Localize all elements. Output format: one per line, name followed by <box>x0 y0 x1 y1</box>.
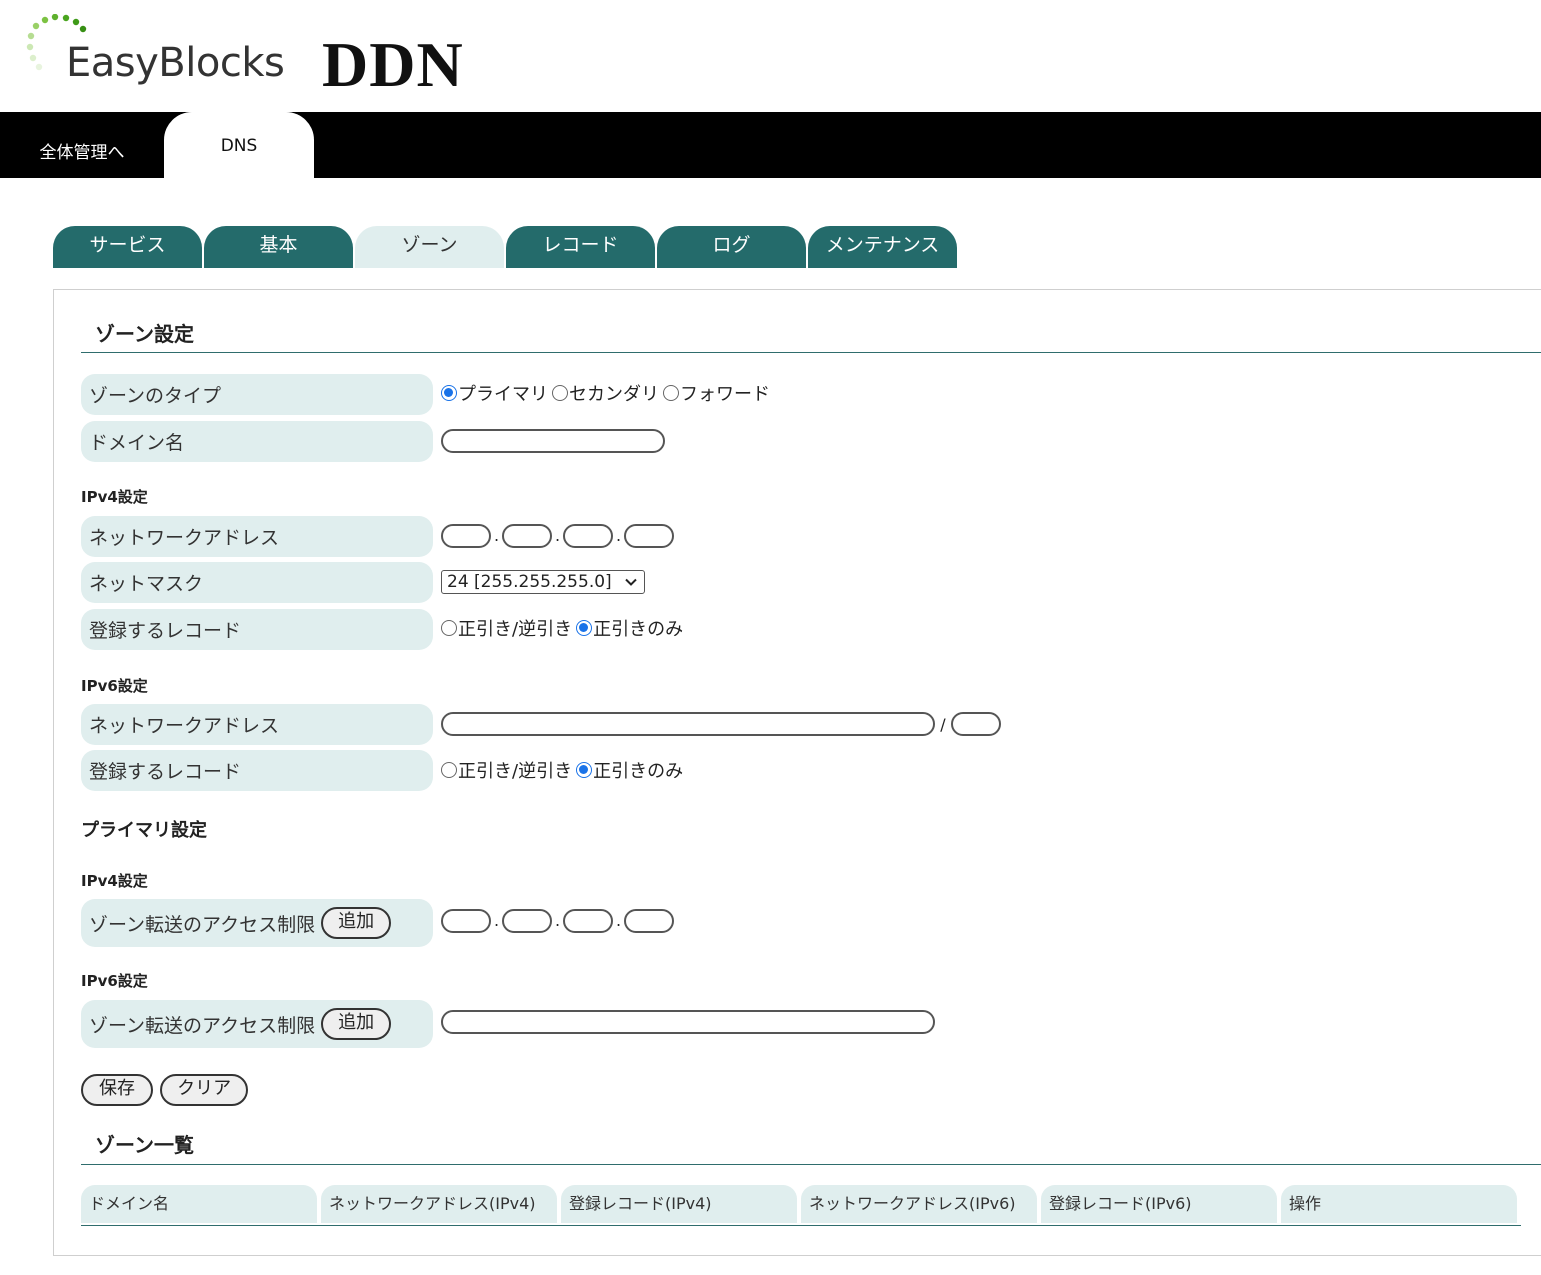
tab-global-admin[interactable]: 全体管理へ <box>0 112 164 178</box>
acl-ipv6-input[interactable] <box>441 1010 935 1034</box>
primary-ipv6-acl-label-cell: ゾーン転送のアクセス制限 追加 <box>81 1000 433 1048</box>
zone-list-table-header: ドメイン名 ネットワークアドレス(IPv4) 登録レコード(IPv4) ネットワ… <box>81 1185 1521 1226</box>
acl-ipv4-octet-2-input[interactable] <box>502 909 552 933</box>
form-actions: 保存 クリア <box>81 1074 249 1106</box>
ipv4-network-address-row: ... <box>441 523 674 549</box>
zone-type-forward-radio[interactable] <box>663 385 679 401</box>
tab-service[interactable]: サービス <box>53 226 202 268</box>
ipv6-forward-reverse-label: 正引き/逆引き <box>458 761 573 782</box>
primary-ipv6-heading: IPv6設定 <box>81 972 148 990</box>
brand-title: DDN <box>322 29 464 100</box>
primary-ipv6-acl-row <box>441 1009 935 1035</box>
primary-ipv4-acl-label: ゾーン転送のアクセス制限 <box>89 913 316 936</box>
domain-name-input[interactable] <box>441 429 665 453</box>
netmask-select[interactable]: 24 [255.255.255.0] <box>441 570 645 594</box>
ipv6-network-address-label: ネットワークアドレス <box>81 704 433 745</box>
save-button[interactable]: 保存 <box>81 1074 153 1106</box>
netmask-value: 24 [255.255.255.0] <box>447 572 612 592</box>
zone-type-primary-radio[interactable] <box>441 385 457 401</box>
tab-dns[interactable]: DNS <box>164 112 314 178</box>
column-ipv4-network-address: ネットワークアドレス(IPv4) <box>321 1185 557 1223</box>
column-ipv6-record: 登録レコード(IPv6) <box>1041 1185 1277 1223</box>
ipv6-network-address-row: / <box>441 711 1001 737</box>
ipv6-prefix-input[interactable] <box>951 712 1001 736</box>
acl-ipv4-octet-3-input[interactable] <box>563 909 613 933</box>
netmask-row: 24 [255.255.255.0] <box>441 570 645 594</box>
column-ipv4-record: 登録レコード(IPv4) <box>561 1185 797 1223</box>
primary-ipv4-acl-row: ... <box>441 908 674 934</box>
dot-separator: . <box>615 526 622 545</box>
ipv6-forward-only-label: 正引きのみ <box>593 761 684 782</box>
zone-type-forward-label: フォワード <box>680 384 770 405</box>
ipv6-register-record-label: 登録するレコード <box>81 750 433 791</box>
dot-separator: . <box>554 911 561 930</box>
domain-name-label: ドメイン名 <box>81 421 433 462</box>
column-domain-name: ドメイン名 <box>81 1185 317 1223</box>
dot-separator: . <box>493 911 500 930</box>
top-navigation-bar: 全体管理へ DNS <box>0 112 1541 178</box>
acl-ipv4-octet-1-input[interactable] <box>441 909 491 933</box>
zone-type-secondary-radio[interactable] <box>552 385 568 401</box>
ipv4-forward-reverse-radio[interactable] <box>441 620 457 636</box>
dot-separator: . <box>554 526 561 545</box>
primary-ipv4-heading: IPv4設定 <box>81 872 148 890</box>
divider <box>81 352 1541 353</box>
dot-separator: . <box>615 911 622 930</box>
ipv4-forward-only-radio[interactable] <box>576 620 593 636</box>
easyblocks-logo: EasyBlocks <box>26 14 286 94</box>
ipv4-register-record-label: 登録するレコード <box>81 609 433 650</box>
ipv4-register-record-options: 正引き/逆引き 正引きのみ <box>441 615 687 641</box>
netmask-label: ネットマスク <box>81 562 433 603</box>
ipv4-octet-1-input[interactable] <box>441 524 491 548</box>
ipv6-settings-heading: IPv6設定 <box>81 677 148 695</box>
domain-name-row <box>441 428 665 454</box>
chevron-down-icon <box>625 578 637 586</box>
prefix-separator: / <box>940 714 946 734</box>
clear-button[interactable]: クリア <box>160 1074 249 1106</box>
ipv6-register-record-options: 正引き/逆引き 正引きのみ <box>441 757 687 783</box>
ipv4-forward-reverse-label: 正引き/逆引き <box>458 619 573 640</box>
ipv6-forward-only-radio[interactable] <box>576 762 593 778</box>
tab-log[interactable]: ログ <box>657 226 806 268</box>
ipv6-address-input[interactable] <box>441 712 935 736</box>
tab-maintenance[interactable]: メンテナンス <box>808 226 957 268</box>
ipv4-octet-4-input[interactable] <box>624 524 674 548</box>
primary-ipv4-acl-label-cell: ゾーン転送のアクセス制限 追加 <box>81 899 433 947</box>
zone-type-label: ゾーンのタイプ <box>81 374 433 415</box>
zone-list-title: ゾーン一覧 <box>95 1133 194 1157</box>
ipv4-octet-2-input[interactable] <box>502 524 552 548</box>
ipv4-network-address-label: ネットワークアドレス <box>81 516 433 557</box>
dot-separator: . <box>493 526 500 545</box>
acl-ipv4-octet-4-input[interactable] <box>624 909 674 933</box>
tab-basic[interactable]: 基本 <box>204 226 353 268</box>
ipv6-forward-reverse-radio[interactable] <box>441 762 457 778</box>
column-operations: 操作 <box>1281 1185 1517 1223</box>
zone-type-secondary-label: セカンダリ <box>569 384 659 405</box>
divider <box>81 1164 1541 1165</box>
zone-settings-title: ゾーン設定 <box>95 322 194 346</box>
logo-text: EasyBlocks <box>66 40 285 86</box>
zone-type-primary-label: プライマリ <box>458 384 548 405</box>
add-ipv4-acl-button[interactable]: 追加 <box>321 907 392 939</box>
ipv4-forward-only-label: 正引きのみ <box>593 619 684 640</box>
ipv4-octet-3-input[interactable] <box>563 524 613 548</box>
ipv4-settings-heading: IPv4設定 <box>81 488 148 506</box>
add-ipv6-acl-button[interactable]: 追加 <box>321 1008 392 1040</box>
primary-settings-heading: プライマリ設定 <box>81 820 207 841</box>
zone-type-options: プライマリ セカンダリ フォワード <box>441 380 774 406</box>
tab-zone[interactable]: ゾーン <box>355 226 504 268</box>
column-ipv6-network-address: ネットワークアドレス(IPv6) <box>801 1185 1037 1223</box>
primary-ipv6-acl-label: ゾーン転送のアクセス制限 <box>89 1014 316 1037</box>
tab-record[interactable]: レコード <box>506 226 655 268</box>
